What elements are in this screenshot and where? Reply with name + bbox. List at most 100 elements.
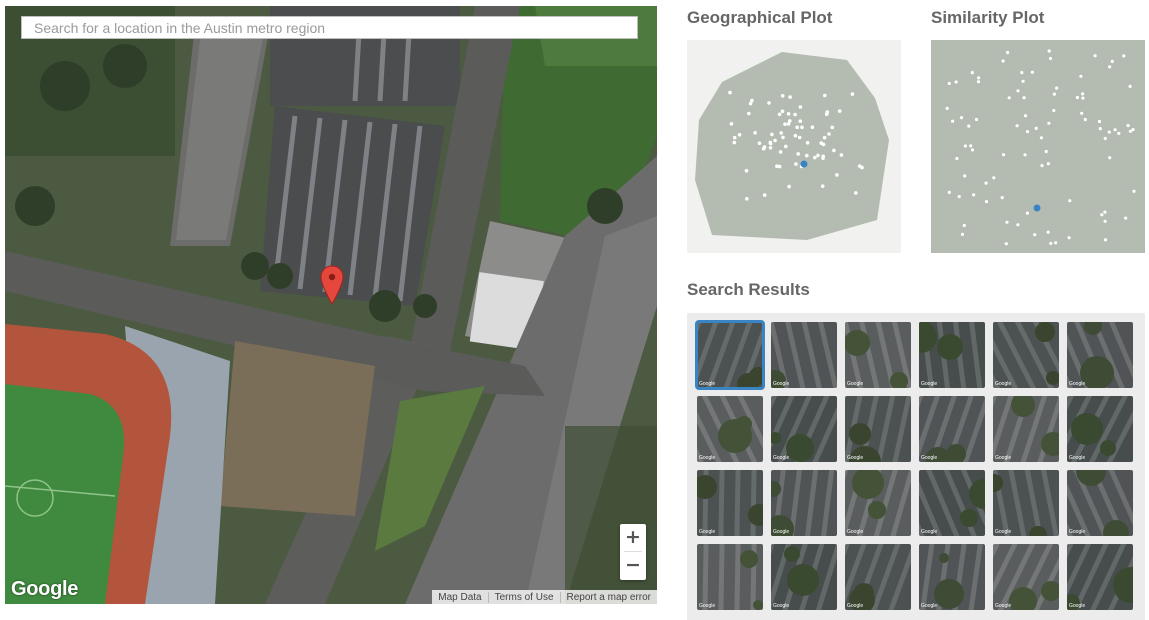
- geo-point[interactable]: [788, 95, 792, 99]
- similarity-point[interactable]: [1081, 96, 1085, 100]
- similarity-point[interactable]: [992, 176, 996, 180]
- similarity-point[interactable]: [1124, 216, 1128, 220]
- geo-point[interactable]: [827, 132, 831, 136]
- geo-point[interactable]: [825, 110, 830, 114]
- result-thumbnail[interactable]: Google: [771, 544, 837, 610]
- similarity-point[interactable]: [1034, 126, 1038, 130]
- geo-point[interactable]: [783, 122, 787, 126]
- similarity-point[interactable]: [1015, 124, 1019, 128]
- result-thumbnail[interactable]: Google: [919, 322, 985, 388]
- geo-point[interactable]: [837, 109, 842, 113]
- similarity-point[interactable]: [1044, 149, 1048, 154]
- terms-of-use-link[interactable]: Terms of Use: [487, 591, 560, 603]
- similarity-point[interactable]: [1067, 236, 1071, 240]
- geo-point[interactable]: [745, 197, 749, 201]
- similarity-point[interactable]: [1098, 127, 1102, 131]
- geo-point[interactable]: [830, 125, 834, 130]
- similarity-point[interactable]: [1093, 54, 1097, 58]
- geo-point[interactable]: [794, 162, 798, 166]
- geo-point[interactable]: [732, 135, 737, 140]
- similarity-point[interactable]: [1046, 230, 1050, 234]
- geo-point[interactable]: [779, 131, 783, 135]
- similarity-point[interactable]: [963, 174, 967, 178]
- result-thumbnail[interactable]: Google: [845, 470, 911, 536]
- similarity-point[interactable]: [959, 116, 964, 120]
- result-thumbnail[interactable]: Google: [697, 396, 763, 462]
- geo-point[interactable]: [816, 153, 820, 158]
- similarity-point[interactable]: [945, 106, 949, 110]
- similarity-point[interactable]: [1002, 153, 1006, 157]
- location-search-input[interactable]: [21, 16, 638, 39]
- result-thumbnail[interactable]: Google: [919, 396, 985, 462]
- similarity-point[interactable]: [1131, 128, 1135, 132]
- result-thumbnail[interactable]: Google: [845, 396, 911, 462]
- geo-point[interactable]: [793, 133, 798, 138]
- result-thumbnail[interactable]: Google: [697, 544, 763, 610]
- satellite-imagery[interactable]: [5, 6, 657, 604]
- geo-point[interactable]: [786, 122, 791, 126]
- result-thumbnail[interactable]: Google: [919, 544, 985, 610]
- similarity-point[interactable]: [984, 181, 988, 185]
- geo-point[interactable]: [753, 131, 757, 135]
- geo-point[interactable]: [820, 184, 825, 188]
- similarity-point[interactable]: [1128, 84, 1132, 88]
- geo-point[interactable]: [744, 168, 749, 173]
- geo-point[interactable]: [768, 146, 773, 150]
- result-thumbnail[interactable]: Google: [771, 396, 837, 462]
- geo-point[interactable]: [786, 112, 791, 116]
- similarity-point[interactable]: [1055, 86, 1059, 90]
- geo-point[interactable]: [793, 112, 797, 117]
- similarity-point[interactable]: [1108, 65, 1112, 69]
- geo-point[interactable]: [857, 164, 862, 168]
- geo-point[interactable]: [822, 135, 827, 140]
- result-thumbnail[interactable]: Google: [1067, 470, 1133, 536]
- similarity-point[interactable]: [970, 148, 975, 152]
- similarity-point[interactable]: [1020, 71, 1024, 75]
- geo-point[interactable]: [796, 152, 800, 156]
- result-thumbnail[interactable]: Google: [919, 470, 985, 536]
- zoom-out-button[interactable]: −: [620, 552, 646, 579]
- geo-point[interactable]: [798, 119, 803, 123]
- geo-highlight-point[interactable]: [800, 160, 808, 168]
- similarity-point[interactable]: [954, 80, 958, 84]
- similarity-point[interactable]: [960, 232, 965, 236]
- similarity-point[interactable]: [1080, 111, 1084, 115]
- geo-point[interactable]: [832, 148, 836, 153]
- result-thumbnail-selected[interactable]: Google: [695, 320, 765, 390]
- similarity-point[interactable]: [1103, 136, 1107, 141]
- similarity-point[interactable]: [1100, 213, 1104, 217]
- result-thumbnail[interactable]: Google: [845, 322, 911, 388]
- similarity-point[interactable]: [1001, 59, 1005, 63]
- geo-point[interactable]: [778, 150, 783, 154]
- similarity-point[interactable]: [1040, 164, 1044, 168]
- similarity-point[interactable]: [972, 193, 976, 197]
- similarity-point[interactable]: [1025, 130, 1030, 134]
- similarity-point[interactable]: [1108, 156, 1112, 160]
- similarity-point[interactable]: [976, 80, 981, 84]
- similarity-point[interactable]: [955, 156, 959, 161]
- result-thumbnail[interactable]: Google: [771, 470, 837, 536]
- result-thumbnail[interactable]: Google: [993, 470, 1059, 536]
- similarity-point[interactable]: [1081, 92, 1085, 96]
- similarity-point[interactable]: [969, 144, 973, 148]
- similarity-point[interactable]: [1047, 121, 1051, 125]
- similarity-point[interactable]: [1083, 117, 1087, 122]
- similarity-point[interactable]: [1117, 131, 1121, 135]
- similarity-plot[interactable]: [931, 40, 1145, 253]
- similarity-point[interactable]: [1016, 223, 1020, 227]
- similarity-point[interactable]: [1021, 79, 1025, 83]
- similarity-point[interactable]: [1016, 89, 1020, 93]
- result-thumbnail[interactable]: Google: [1067, 544, 1133, 610]
- geo-point[interactable]: [821, 156, 825, 160]
- similarity-point[interactable]: [974, 117, 979, 122]
- similarity-point[interactable]: [1052, 108, 1056, 113]
- similarity-point[interactable]: [951, 119, 955, 123]
- result-thumbnail[interactable]: Google: [993, 396, 1059, 462]
- geo-point[interactable]: [767, 101, 771, 105]
- geo-point[interactable]: [823, 93, 827, 98]
- similarity-point[interactable]: [1103, 219, 1107, 223]
- similarity-point[interactable]: [967, 124, 971, 128]
- geo-point[interactable]: [805, 141, 810, 145]
- geo-point[interactable]: [729, 122, 734, 126]
- similarity-point[interactable]: [1033, 233, 1037, 237]
